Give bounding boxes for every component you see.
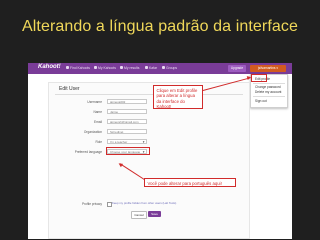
username-label: Username: [87, 100, 102, 104]
top-navbar: Kahoot! Find Kahoots My Kahoots My resul…: [28, 63, 292, 74]
nav-groups-label: Groups: [166, 66, 178, 70]
edit-profile-highlight: [251, 74, 267, 82]
kahoot-screenshot: Kahoot! Find Kahoots My Kahoots My resul…: [28, 63, 292, 239]
organization-label: Organization: [83, 130, 102, 134]
profile-privacy-label: Profile privacy: [81, 202, 102, 206]
edit-profile-callout: Clique em Edit profile para alterar a lí…: [153, 85, 203, 109]
language-callout: Você pode alterar para português aqui!: [144, 178, 236, 187]
username-field[interactable]: jaimeva002: [107, 99, 147, 104]
menu-item-delete-account[interactable]: Delete my account: [255, 90, 281, 94]
nav-my-results[interactable]: My results: [120, 66, 139, 70]
nav-kafar[interactable]: Kafar: [145, 66, 157, 70]
page-title: Edit User: [59, 86, 80, 92]
menu-divider: [253, 96, 285, 97]
organization-field[interactable]: Sicredinet: [107, 129, 147, 134]
save-button[interactable]: Save: [148, 211, 161, 217]
cancel-button[interactable]: Cancel: [131, 211, 147, 219]
name-label: Name: [93, 110, 102, 114]
language-select-highlight: [106, 147, 150, 155]
user-menu-button[interactable]: jsilvamartins ▾: [250, 65, 286, 72]
results-icon: [120, 66, 123, 70]
nav-my-kahoots[interactable]: My Kahoots: [94, 66, 116, 70]
slide-title: Alterando a língua padrão da interface: [22, 18, 298, 35]
role-select-value: I'm a teacher: [110, 140, 128, 144]
nav-kafar-label: Kafar: [149, 66, 158, 70]
nav-my-results-label: My results: [124, 66, 140, 70]
kafar-icon: [145, 66, 148, 70]
menu-item-sign-out[interactable]: Sign out: [255, 99, 267, 103]
role-label: Role: [95, 140, 102, 144]
menu-divider: [253, 83, 285, 84]
chevron-down-icon: ▾: [276, 66, 279, 70]
menu-item-change-password[interactable]: Change password: [255, 85, 281, 89]
nav-groups[interactable]: Groups: [162, 66, 177, 70]
role-select[interactable]: I'm a teacher: [107, 139, 147, 144]
nav-my-kahoots-label: My Kahoots: [98, 66, 116, 70]
find-icon: [66, 66, 69, 70]
name-field[interactable]: Jaime: [107, 109, 147, 114]
kahoot-logo[interactable]: Kahoot!: [38, 64, 61, 70]
nav-find-kahoots[interactable]: Find Kahoots: [66, 66, 90, 70]
groups-icon: [162, 66, 165, 70]
upgrade-button[interactable]: Upgrade: [228, 65, 246, 72]
kahoots-icon: [94, 66, 97, 70]
nav-find-kahoots-label: Find Kahoots: [70, 66, 90, 70]
edit-user-panel: Edit User Username jaimeva002 Name Jaime…: [48, 82, 250, 239]
divider: [55, 94, 243, 95]
profile-privacy-text: Keep my profile hidden from other users …: [112, 201, 177, 205]
preferred-language-label: Preferred language: [74, 150, 102, 154]
user-menu-label: jsilvamartins: [257, 66, 276, 70]
email-label: Email: [94, 120, 102, 124]
email-field[interactable]: jaimevsh@gmail.com: [107, 119, 147, 124]
